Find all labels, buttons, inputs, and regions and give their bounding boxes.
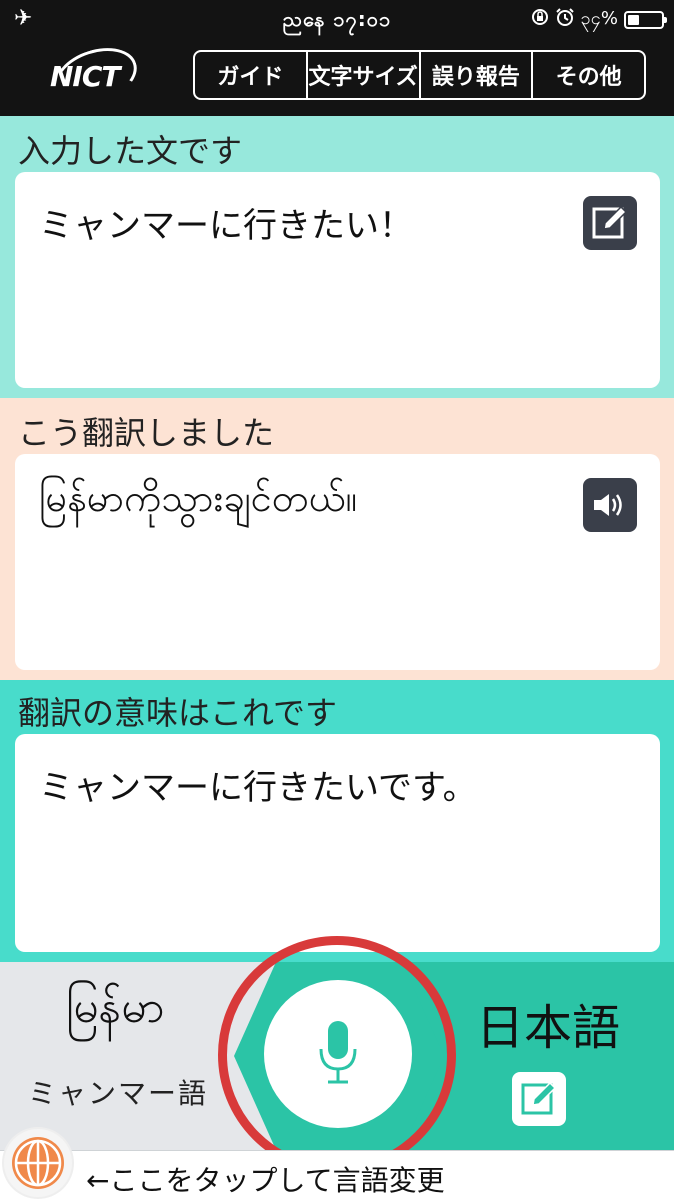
- app-header: NICT ガイド 文字サイズ 誤り報告 その他: [0, 38, 674, 116]
- language-change-hint: ←ここをタップして言語変更: [86, 1164, 445, 1197]
- language-change-hint-bar: ←ここをタップして言語変更: [0, 1129, 674, 1200]
- translation-section: こう翻訳しました မြန်မာကိုသွားချင်တယ်။: [0, 398, 674, 680]
- status-right: ၃၄%: [531, 6, 667, 33]
- globe-icon: [12, 1137, 64, 1189]
- battery-icon: [624, 10, 667, 29]
- play-audio-button[interactable]: [583, 478, 637, 532]
- keyboard-input-button[interactable]: [512, 1072, 566, 1126]
- battery-percent: ၃၄%: [580, 8, 618, 29]
- rotation-lock-icon: [531, 8, 549, 31]
- guide-button[interactable]: ガイド: [195, 52, 308, 98]
- source-language-label: ミャンマー語: [28, 1077, 209, 1110]
- translation-card: မြန်မာကိုသွားချင်တယ်။: [15, 454, 660, 670]
- input-section-title: 入力した文です: [18, 132, 243, 170]
- input-text: ミャンマーに行きたい！: [39, 206, 413, 246]
- edit-icon: [521, 1081, 557, 1115]
- error-report-button[interactable]: 誤り報告: [421, 52, 534, 98]
- meaning-section-title: 翻訳の意味はこれです: [18, 694, 338, 732]
- alarm-icon: [555, 7, 575, 32]
- source-language-native: မြန်မာ: [66, 982, 165, 1033]
- status-bar: ✈ ညနေ ၁၇:၀၁ ၃၄%: [0, 0, 674, 38]
- translation-text: မြန်မာကိုသွားချင်တယ်။: [39, 476, 358, 520]
- input-card[interactable]: ミャンマーに行きたい！: [15, 172, 660, 388]
- input-section: 入力した文です ミャンマーに行きたい！: [0, 116, 674, 398]
- meaning-section: 翻訳の意味はこれです ミャンマーに行きたいです。: [0, 680, 674, 962]
- nict-logo: NICT: [44, 38, 144, 114]
- edit-input-button[interactable]: [583, 196, 637, 250]
- target-language-label: 日本語: [476, 1000, 621, 1056]
- other-button[interactable]: その他: [533, 52, 644, 98]
- meaning-text: ミャンマーに行きたいです。: [39, 768, 477, 808]
- edit-icon: [592, 205, 628, 239]
- font-size-button[interactable]: 文字サイズ: [308, 52, 421, 98]
- language-change-button[interactable]: [4, 1129, 72, 1197]
- language-bar: မြန်မာ ミャンマー語 日本語: [0, 936, 674, 1174]
- speaker-icon: [594, 494, 622, 516]
- header-menu: ガイド 文字サイズ 誤り報告 その他: [193, 50, 646, 100]
- translation-section-title: こう翻訳しました: [18, 414, 275, 452]
- meaning-card: ミャンマーに行きたいです。: [15, 734, 660, 952]
- highlight-circle: [218, 936, 456, 1174]
